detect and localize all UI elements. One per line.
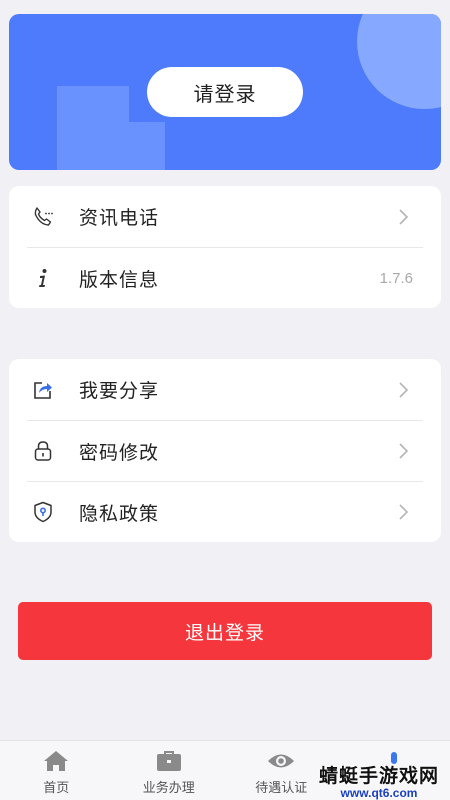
menu-item-label: 资讯电话 — [79, 207, 160, 229]
banner-decor-circle — [357, 14, 441, 109]
logout-button[interactable]: 退出登录 — [18, 602, 432, 660]
info-icon — [29, 264, 57, 292]
menu-item-contact-phone[interactable]: 资讯电话 — [27, 186, 423, 247]
menu-item-version-info[interactable]: 版本信息 1.7.6 — [27, 247, 423, 308]
tab-label: 待遇认证 — [255, 781, 308, 796]
banner-decor-building — [57, 86, 129, 170]
phone-icon — [29, 203, 57, 231]
profile-banner: 请登录 — [9, 14, 441, 170]
menu-item-label: 版本信息 — [79, 268, 160, 291]
chevron-right-icon — [397, 380, 411, 400]
tab-home[interactable]: 首页 — [0, 741, 113, 800]
menu-item-label: 密码修改 — [79, 441, 160, 464]
menu-item-label: 隐私政策 — [79, 502, 160, 525]
lock-icon — [29, 437, 57, 465]
info-card: 资讯电话 版本信息 1.7.6 — [9, 186, 441, 308]
tab-benefit-certification[interactable]: 待遇认证 — [225, 741, 338, 800]
bottom-tab-bar: 首页 业务办理 待遇认证 — [0, 740, 450, 800]
login-button[interactable]: 请登录 — [147, 67, 303, 117]
shield-icon — [29, 498, 57, 526]
menu-item-change-password[interactable]: 密码修改 — [27, 420, 423, 481]
menu-item-label: 我要分享 — [79, 380, 160, 402]
person-icon — [380, 749, 408, 773]
version-value: 1.7.6 — [379, 269, 413, 287]
settings-card: 我要分享 密码修改 隐私政策 — [9, 359, 441, 542]
chevron-right-icon — [397, 502, 411, 522]
tab-business[interactable]: 业务办理 — [113, 741, 226, 800]
menu-item-share[interactable]: 我要分享 — [27, 359, 423, 420]
briefcase-icon — [155, 749, 183, 773]
chevron-right-icon — [397, 441, 411, 461]
tab-label: 业务办理 — [142, 781, 195, 796]
chevron-right-icon — [397, 207, 411, 227]
tab-label: 首页 — [43, 781, 70, 796]
home-icon — [42, 749, 70, 773]
share-icon — [29, 376, 57, 404]
tab-mine[interactable] — [338, 741, 450, 800]
banner-decor-building-small — [129, 122, 165, 170]
menu-item-privacy-policy[interactable]: 隐私政策 — [27, 481, 423, 542]
eye-icon — [267, 749, 295, 773]
